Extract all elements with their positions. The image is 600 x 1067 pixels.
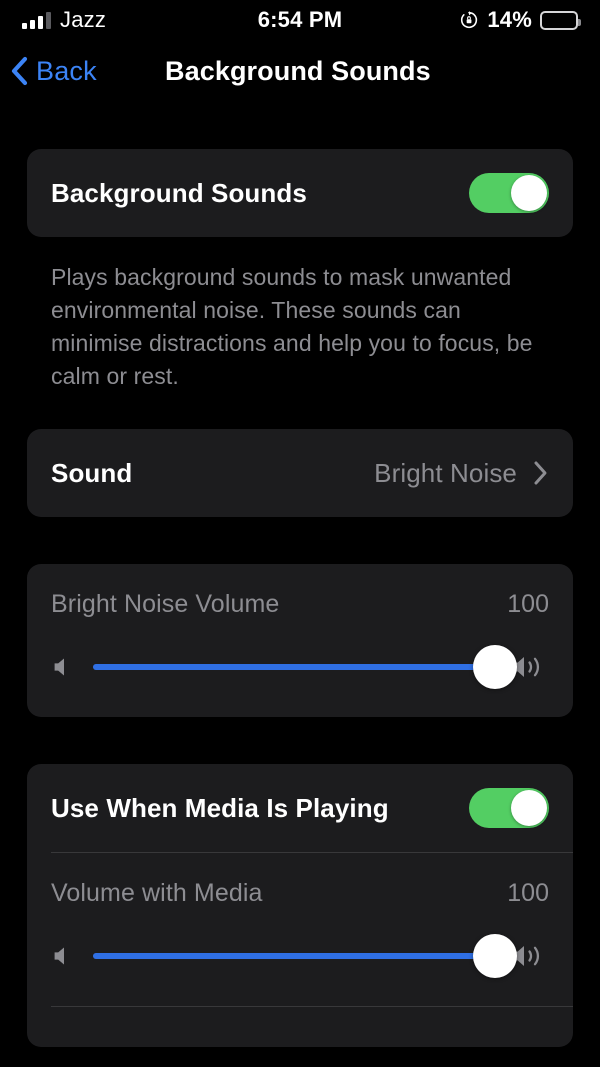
spacer-after-description (27, 393, 573, 429)
speaker-min-icon (54, 658, 64, 676)
slider-fill (93, 953, 495, 959)
media-volume-label: Volume with Media (51, 879, 263, 907)
chevron-right-icon (534, 461, 547, 485)
status-bar: Jazz 6:54 PM 14% (0, 0, 600, 40)
back-label: Back (36, 55, 97, 86)
slider-thumb[interactable] (473, 934, 517, 978)
sound-volume-header: Bright Noise Volume 100 (51, 590, 549, 619)
use-when-media-playing-toggle[interactable] (469, 788, 549, 828)
phone-screen: Jazz 6:54 PM 14% Back Background Sounds … (0, 0, 600, 1067)
media-volume-value: 100 (507, 879, 549, 907)
media-volume-block: Volume with Media 100 (27, 853, 573, 1006)
card-overflow-area (27, 1007, 573, 1047)
settings-content: Background Sounds Plays background sound… (0, 102, 600, 1047)
use-when-media-playing-label: Use When Media Is Playing (51, 792, 389, 823)
clock-label: 6:54 PM (257, 7, 343, 32)
media-volume-slider[interactable] (93, 934, 517, 978)
chevron-left-icon (11, 56, 28, 86)
carrier-label: Jazz (60, 7, 107, 32)
media-volume-slider-row (51, 934, 549, 978)
background-sounds-label: Background Sounds (51, 177, 307, 208)
cellular-signal-icon (22, 11, 51, 29)
spacer-before-media (27, 717, 573, 764)
background-sounds-card: Background Sounds (27, 149, 573, 237)
sound-volume-value: 100 (507, 590, 549, 618)
toggle-knob (511, 790, 547, 826)
slider-fill (93, 664, 495, 670)
status-bar-left: Jazz (22, 7, 106, 33)
spacer-before-volume (27, 517, 573, 564)
sound-volume-label: Bright Noise Volume (51, 590, 280, 618)
sound-card: Sound Bright Noise (27, 429, 573, 517)
background-sounds-row[interactable]: Background Sounds (27, 149, 573, 237)
status-bar-right: 14% (459, 7, 581, 33)
media-card: Use When Media Is Playing Volume with Me… (27, 764, 573, 1047)
battery-icon (540, 10, 581, 30)
toggle-knob (511, 175, 547, 211)
rotation-lock-icon (461, 11, 478, 29)
background-sounds-description: Plays background sounds to mask unwanted… (51, 264, 533, 389)
sound-value: Bright Noise (374, 457, 517, 488)
navigation-bar: Back Background Sounds (0, 40, 600, 102)
spacer-top (27, 102, 573, 149)
sound-volume-card: Bright Noise Volume 100 (27, 564, 573, 717)
sound-row[interactable]: Sound Bright Noise (27, 429, 573, 517)
use-when-media-playing-row[interactable]: Use When Media Is Playing (27, 764, 573, 852)
battery-percent-label: 14% (487, 7, 532, 32)
sound-volume-slider-row (51, 645, 549, 689)
sound-volume-block: Bright Noise Volume 100 (27, 564, 573, 717)
sound-volume-slider[interactable] (93, 645, 517, 689)
page-title: Background Sounds (165, 55, 431, 86)
speaker-min-icon (54, 947, 64, 965)
sound-label: Sound (51, 457, 133, 488)
background-sounds-toggle[interactable] (469, 173, 549, 213)
media-volume-header: Volume with Media 100 (51, 879, 549, 908)
slider-thumb[interactable] (473, 645, 517, 689)
back-button[interactable]: Back (0, 56, 107, 87)
